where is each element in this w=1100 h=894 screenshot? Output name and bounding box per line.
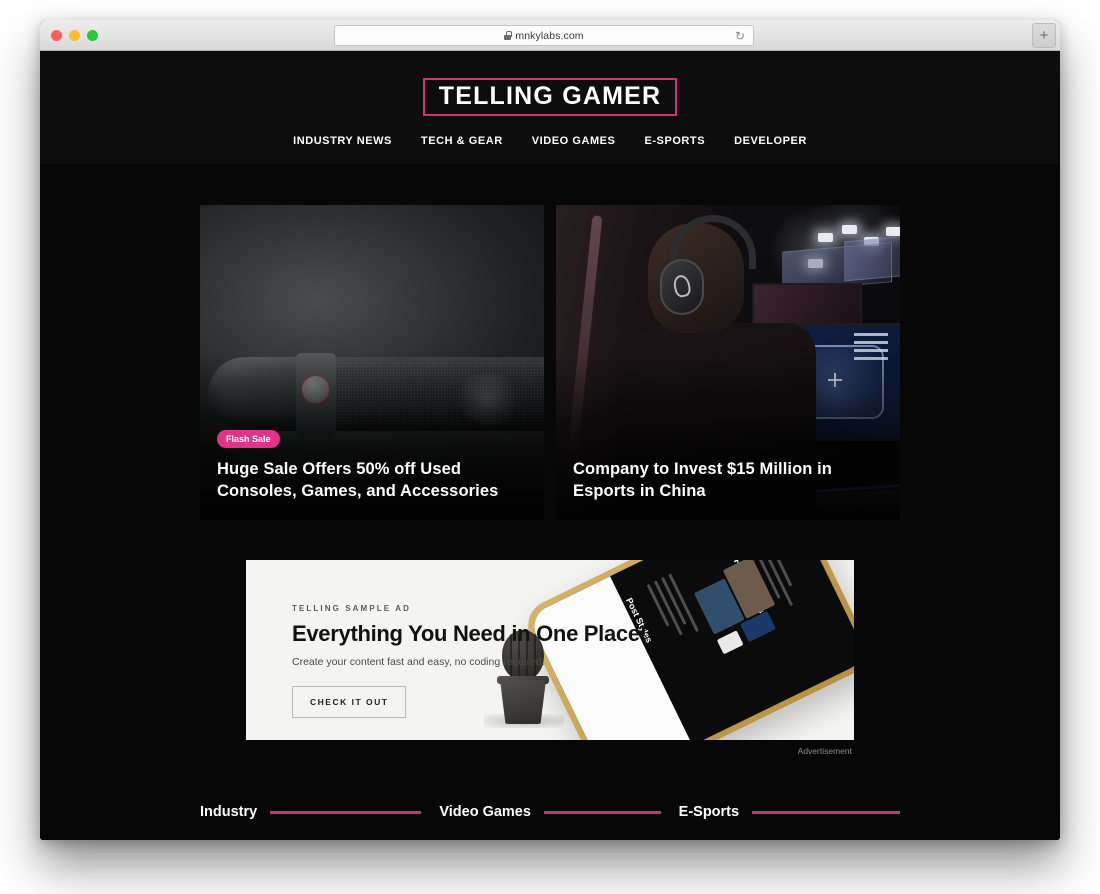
lock-icon — [504, 31, 512, 40]
minimize-window-button[interactable] — [69, 30, 80, 41]
section-e-sports: E-Sports Star Team Brings in Ex-Military — [679, 804, 900, 840]
ad-subtitle: Create your content fast and easy, no co… — [292, 655, 545, 668]
nav-item-developer[interactable]: DEVELOPER — [734, 135, 807, 147]
section-title: E-Sports — [678, 804, 740, 820]
category-sections: Industry 5 Rules of Monetizing like a Vi… — [200, 804, 900, 840]
card-content: Company to Invest $15 Million in Esports… — [573, 459, 883, 503]
address-bar-text: mnkylabs.com — [504, 29, 584, 42]
maximize-window-button[interactable] — [87, 30, 98, 41]
ad-headline: Everything You Need in One Place! — [292, 621, 647, 646]
nav-item-e-sports[interactable]: E-SPORTS — [644, 135, 705, 147]
close-window-button[interactable] — [51, 30, 62, 41]
url-text: mnkylabs.com — [515, 29, 584, 42]
main-navigation: INDUSTRY NEWS TECH & GEAR VIDEO GAMES E-… — [40, 135, 1060, 147]
status-badge: Flash Sale — [217, 430, 280, 449]
browser-chrome: mnkylabs.com ↻ + — [40, 20, 1060, 51]
section-industry: Industry 5 Rules of Monetizing like a — [200, 804, 422, 840]
advertisement-label: Advertisement — [797, 746, 852, 756]
new-tab-button[interactable]: + — [1032, 23, 1056, 48]
section-title: Video Games — [439, 804, 531, 820]
nav-item-video-games[interactable]: VIDEO GAMES — [532, 135, 616, 147]
site-header: TELLING GAMER INDUSTRY NEWS TECH & GEAR … — [40, 51, 1060, 164]
section-header: Video Games — [439, 804, 661, 820]
check-it-out-button[interactable]: CHECK IT OUT — [292, 685, 407, 718]
logo-container: TELLING GAMER — [40, 78, 1060, 116]
card-content: Flash Sale Huge Sale Offers 50% off Used… — [217, 429, 527, 503]
window-controls — [51, 30, 98, 41]
ad-text-block: TELLING SAMPLE AD Everything You Need in… — [292, 604, 672, 718]
section-divider — [543, 810, 661, 814]
ad-kicker: TELLING SAMPLE AD — [292, 604, 411, 613]
site-content: Flash Sale Huge Sale Offers 50% off Used… — [40, 205, 1060, 840]
address-bar[interactable]: mnkylabs.com ↻ — [334, 25, 754, 46]
featured-card-esports[interactable]: Company to Invest $15 Million in Esports… — [556, 205, 900, 520]
site-logo[interactable]: TELLING GAMER — [422, 78, 678, 116]
website-viewport: TELLING GAMER INDUSTRY NEWS TECH & GEAR … — [40, 51, 1060, 840]
nav-item-tech-gear[interactable]: TECH & GEAR — [421, 135, 503, 147]
featured-card-title[interactable]: Huge Sale Offers 50% off Used Consoles, … — [217, 459, 527, 503]
section-header: E-Sports — [679, 804, 900, 820]
section-video-games: Video Games Company Promises — [439, 804, 661, 840]
section-divider — [752, 810, 900, 814]
section-divider — [270, 810, 422, 814]
advertisement-section: Post Styles Header Styles — [200, 560, 900, 756]
section-title: Industry — [200, 804, 258, 820]
featured-card-flash-sale[interactable]: Flash Sale Huge Sale Offers 50% off Used… — [200, 205, 544, 520]
ad-banner[interactable]: Post Styles Header Styles — [246, 560, 854, 740]
nav-item-industry-news[interactable]: INDUSTRY NEWS — [293, 135, 392, 147]
reload-icon[interactable]: ↻ — [735, 30, 745, 43]
section-header: Industry — [200, 804, 422, 820]
featured-articles: Flash Sale Huge Sale Offers 50% off Used… — [200, 205, 900, 520]
browser-window: mnkylabs.com ↻ + TELLING GAMER INDUSTRY … — [40, 20, 1060, 840]
featured-card-title[interactable]: Company to Invest $15 Million in Esports… — [573, 459, 883, 503]
